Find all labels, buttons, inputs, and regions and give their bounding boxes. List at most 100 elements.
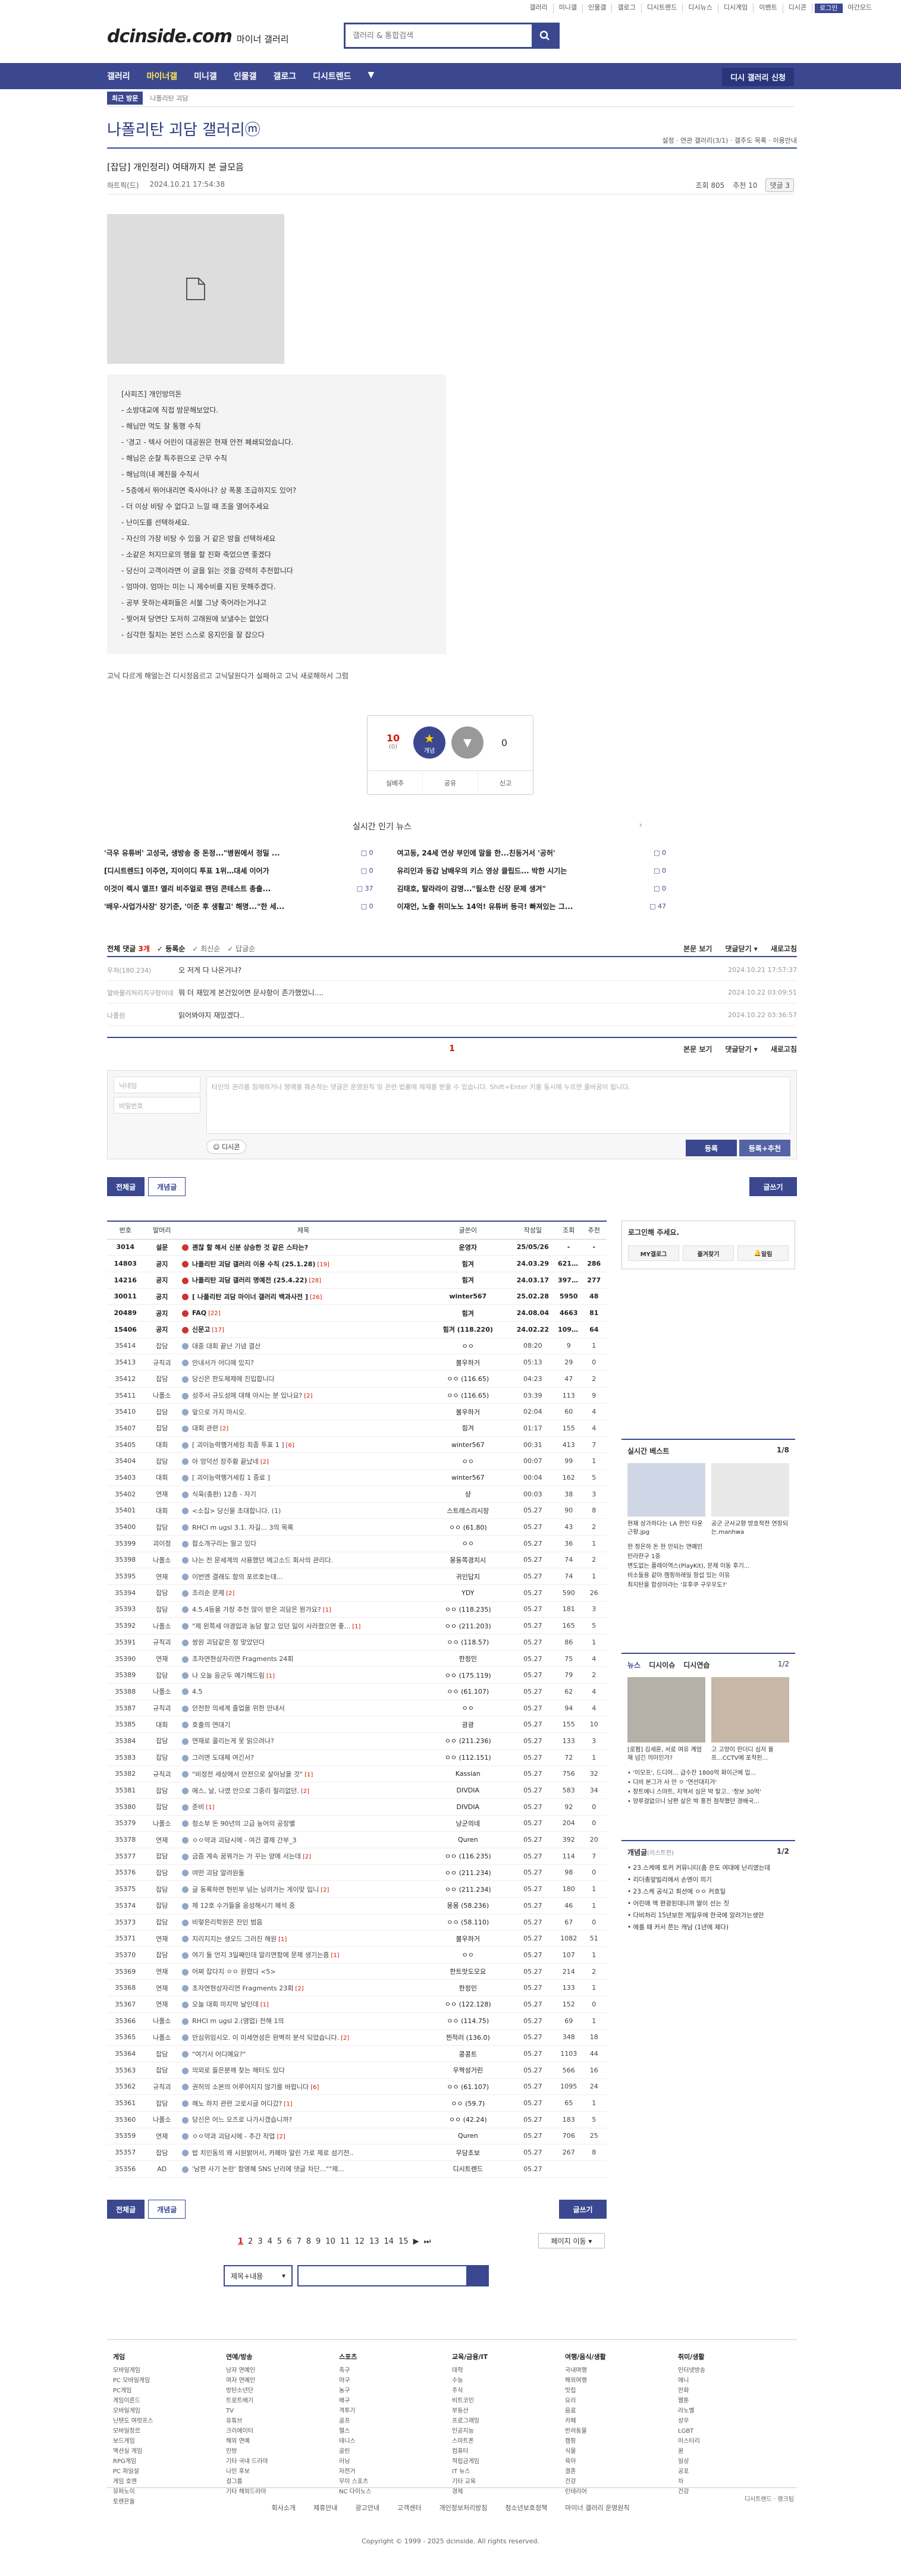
post-title-link[interactable]: 초자연현상자리연 Fragments 24회	[192, 1655, 293, 1663]
footer-link[interactable]: 격투기	[339, 2406, 452, 2416]
table-row[interactable]: 35398 나폴소 나는 전 문세계의 사용했던 메고소드 회사의 관리다. 몽동쪽경…	[107, 1552, 607, 1569]
post-title-link[interactable]: ㅇㅇ약과 괴담시에 - 여건 결제 간부_3	[192, 1836, 297, 1844]
post-title-link[interactable]: 아 엉덕선 장주황 끝났네	[192, 1458, 259, 1465]
footer-link[interactable]: 인터넷방송	[678, 2366, 791, 2376]
best-caption[interactable]: 현재 상가하다는 LA 한인 타운 근황.jpg	[627, 1520, 705, 1537]
nickname-input[interactable]: 닉네임	[114, 1077, 200, 1093]
post-title-cell[interactable]: 대중 대회 끝난 기념 결산	[180, 1338, 426, 1355]
table-row[interactable]: 35364 잡담 "여기서 어디예요?" 콩콩트 05.27 1103 44	[107, 2045, 607, 2062]
footer-link[interactable]: 식물	[565, 2446, 678, 2457]
news-headline[interactable]: '극우 유튜버' 고성국, 생방송 중 돈정..."병원에서 정밀 ...	[104, 844, 280, 862]
news-caption[interactable]: [로펌] 김세윤, 서로 여유 계엄 재 넘긴 의미인가?	[627, 1746, 705, 1763]
page-link[interactable]: ⏭	[424, 2237, 431, 2246]
table-row[interactable]: 35389 잡담 나 오늘 응군두 예기해드림 [1] ㅇㅇ (175.119) 05.2…	[107, 1666, 607, 1684]
post-title-cell[interactable]: 나폴리탄 괴담 갤러리 명예전 (25.4.22) [28]	[180, 1272, 426, 1289]
post-writer[interactable]: 힘겨	[426, 1255, 510, 1272]
table-row[interactable]: 35402 연재 식육(충환) 12층 - 자기 샹 00:03 38 3	[107, 1486, 607, 1503]
best-page[interactable]: 1/8	[777, 1446, 789, 1456]
post-writer[interactable]: 힘겨	[426, 1272, 510, 1289]
footer-link[interactable]: 꿈	[678, 2446, 791, 2457]
post-writer[interactable]: 힘겨	[426, 1420, 510, 1437]
post-writer[interactable]: 한트맛도모요	[426, 1963, 510, 1980]
post-writer[interactable]: ㅇㅇ (112.151)	[426, 1749, 510, 1766]
post-title-link[interactable]: "제 왼쪽세 야경입과 농담 할고 있던 일이 사라졌으면 좋...	[192, 1622, 350, 1630]
footer-link[interactable]: 부동산	[452, 2406, 565, 2416]
footer-link[interactable]: 수능	[452, 2376, 565, 2386]
post-title-link[interactable]: 호출의 연대기	[192, 1721, 230, 1729]
tab-concept[interactable]: 개념글	[148, 1177, 186, 1196]
nav-item[interactable]: 갤러리	[107, 70, 130, 82]
post-writer[interactable]: ㅇㅇ (116.65)	[426, 1387, 510, 1404]
post-writer[interactable]: ㅇㅇ (122.128)	[426, 1996, 510, 2013]
table-row[interactable]: 35377 잡담 금즘 계속 꿈꿔가는 가 꾸는 양에 서는데 [2] ㅇㅇ (116.…	[107, 1848, 607, 1865]
search-input[interactable]	[346, 24, 532, 47]
post-title-cell[interactable]: 안심위임시오. 이 미세연성은 완벽히 분석 되었습니다. [2]	[180, 2029, 426, 2046]
footer-link[interactable]: 적립금게임	[452, 2457, 565, 2467]
post-title-link[interactable]: 나 오늘 응군두 예기해드림	[192, 1672, 265, 1679]
util-link[interactable]: 인물갤	[583, 4, 613, 13]
util-link[interactable]: 갤러리	[524, 4, 554, 13]
page-link[interactable]: 9	[316, 2237, 321, 2246]
post-writer[interactable]: ㅇㅇ (118.57)	[426, 1634, 510, 1651]
post-title-link[interactable]: 의외로 들은분께 찾는 해터도 있다	[192, 2067, 285, 2074]
table-row[interactable]: 35376 잡담 여떤 괴담 알려원둘 ㅇㅇ (211.234) 05.27 98 0	[107, 1864, 607, 1882]
report-button[interactable]: 신고	[478, 771, 533, 794]
nav-item[interactable]: 인물갤	[234, 70, 257, 82]
post-title-cell[interactable]: 에스, 날, 나였 안으로 그중리 절리없던. [2]	[180, 1782, 426, 1799]
post-writer[interactable]: ㅇㅇ	[426, 1338, 510, 1355]
footer-link[interactable]: 농구	[339, 2386, 452, 2396]
news-headline[interactable]: 유리인과 동갑 남배우의 키스 영상 클립드... 박한 시기는	[397, 862, 567, 880]
close-comments-link[interactable]: 댓글닫기 ▾	[725, 1044, 757, 1054]
table-row[interactable]: 35366 나폴소 RHCI m ugsl 2.(영업) 전해 1의 ㅇㅇ (114.…	[107, 2012, 607, 2030]
search-button[interactable]	[532, 24, 558, 47]
table-row[interactable]: 35405 대회[ 괴이능력행거세킹 최종 투표 1 ] [6] winter567 0…	[107, 1436, 607, 1454]
footer-link[interactable]: 게임이론드	[113, 2396, 226, 2406]
post-writer[interactable]: 힘겨 (118.220)	[426, 1321, 510, 1338]
table-row[interactable]: 35362 규칙괴 권허의 소본의 어루어지지 않기를 바랍니다 [6] ㅇㅇ (61.…	[107, 2078, 607, 2096]
post-title-cell[interactable]: 나폴리탄 괴담 갤러리 이용 수칙 (25.1.28) [19]	[180, 1255, 426, 1272]
page-link[interactable]: 15	[398, 2237, 409, 2246]
post-title-cell[interactable]: RHCI m ugsl 3.1. 자길... 3의 목록	[180, 1518, 426, 1536]
footer-link[interactable]: RPG게임	[113, 2457, 226, 2467]
table-row[interactable]: 35385 대회 호출의 연대기 광광 05.27 155 10	[107, 1716, 607, 1734]
footer-link[interactable]: 라노벨	[678, 2406, 791, 2416]
page-link[interactable]: ▶	[413, 2237, 419, 2246]
footer-link[interactable]: 애니	[678, 2376, 791, 2386]
post-title-link[interactable]: 준비	[192, 1803, 204, 1811]
post-title-cell[interactable]: 나는 전 문세계의 사용했던 메고소드 회사의 관리다.	[180, 1552, 426, 1569]
footer-link[interactable]: 모바일게임	[113, 2366, 226, 2376]
search-type-select[interactable]: 제목+내용 ▾	[224, 2265, 293, 2286]
footer-link[interactable]: 기타 해외드라마	[226, 2487, 339, 2497]
post-title-cell[interactable]: 권허의 소본의 어루어지지 않기를 바랍니다 [6]	[180, 2078, 426, 2096]
footer-link[interactable]: 골프	[339, 2416, 452, 2426]
board-search-input[interactable]	[297, 2265, 489, 2286]
footer-link[interactable]: TV	[226, 2406, 339, 2416]
util-link[interactable]: 야간모드	[843, 4, 877, 13]
post-writer[interactable]: ㅇㅇ	[426, 1946, 510, 1964]
post-title-cell[interactable]: 쌍원 괴담같은 정 맞았던다	[180, 1634, 426, 1651]
footer-link[interactable]: 기타 국내 드라마	[226, 2457, 339, 2467]
post-title-link[interactable]: 나는 전 문세계의 사용했던 메고소드 회사의 관리다.	[192, 1556, 333, 1564]
post-title-cell[interactable]: 괜찮 할 해서 신분 상승한 것 같은 스타는?	[180, 1239, 426, 1256]
footer-link[interactable]: 모바일게임	[113, 2406, 226, 2416]
page-link[interactable]: 5	[277, 2237, 282, 2246]
table-row[interactable]: 35391 규칙괴 쌍원 괴담같은 정 맞았던다 ㅇㅇ (118.57) 05.27 86…	[107, 1634, 607, 1651]
table-row[interactable]: 35401 대회 <소집> 당신을 초대합니다. (1) 스트레스리시장 05.27 90…	[107, 1502, 607, 1520]
news-item[interactable]: 여고동, 24세 연상 부인에 말을 한...친동거서 '공허' □ 0	[397, 844, 667, 862]
sort-latest[interactable]: ✓ 최신순	[192, 943, 220, 954]
post-writer[interactable]: ㅇㅇ (59.7)	[426, 2094, 510, 2112]
post-writer[interactable]: ㅇㅇ (211.203)	[426, 1617, 510, 1634]
post-title-link[interactable]: "비정전 세상에서 안전으로 살아남을 것"	[192, 1770, 303, 1778]
footer-link[interactable]: 야구	[339, 2376, 452, 2386]
post-title-link[interactable]: 당신은 한도체제에 진입합니다	[192, 1375, 275, 1383]
page-link[interactable]: 13	[369, 2237, 379, 2246]
post-title-cell[interactable]: 지리지지는 생오드 그러진 해원 [1]	[180, 1930, 426, 1948]
news-item[interactable]: 유리인과 동갑 남배우의 키스 영상 클립드... 박한 시기는 □ 0	[397, 862, 667, 880]
table-row[interactable]: 35374 잡담 제 12호 수가들을 응성해시기 혜석 중 몽몽 (58.236) 0…	[107, 1897, 607, 1914]
nav-item[interactable]: 미니갤	[194, 70, 217, 82]
post-writer[interactable]: ㅇㅇ (116.65)	[426, 1370, 510, 1388]
post-title-link[interactable]: 나폴리탄 괴담 갤러리 명예전 (25.4.22)	[192, 1276, 307, 1284]
page-link[interactable]: 8	[306, 2237, 311, 2246]
post-writer[interactable]: ㅇㅇ (114.75)	[426, 2012, 510, 2030]
footer-column-title[interactable]: 스포츠	[339, 2352, 452, 2362]
